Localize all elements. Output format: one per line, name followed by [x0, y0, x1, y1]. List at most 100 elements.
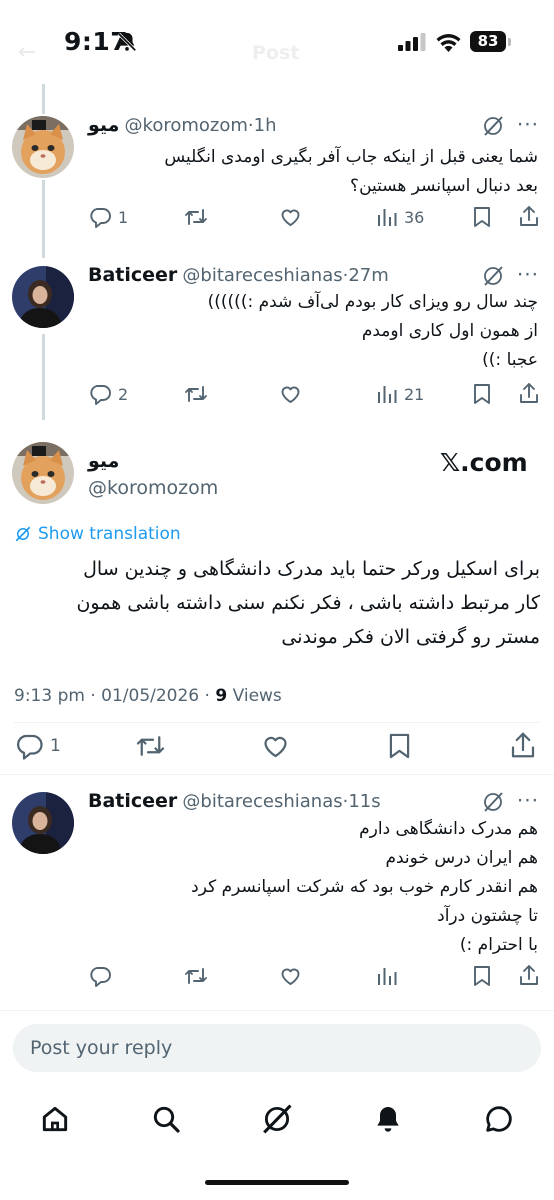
thread-line [42, 334, 45, 420]
post-text: هم مدرک دانشگاهی دارم هم ایران درس خوندم… [98, 815, 538, 960]
avatar[interactable] [12, 266, 74, 328]
post-header: میو @koromozom·1h [88, 114, 277, 136]
grok-icon [263, 1104, 292, 1134]
like-icon [281, 386, 300, 403]
reply-button[interactable]: 2 [88, 382, 128, 406]
x-watermark: 𝕏.com [440, 448, 528, 477]
reply-composer[interactable] [13, 1024, 541, 1072]
retweet-button[interactable] [183, 382, 209, 406]
like-icon [281, 209, 300, 226]
divider [0, 1010, 554, 1011]
retweet-button[interactable] [183, 205, 209, 229]
like-button[interactable] [278, 964, 303, 988]
home-indicator[interactable] [205, 1180, 349, 1185]
back-arrow-icon[interactable]: ← [18, 40, 36, 65]
text-line: کار مرتبط داشته باشی ، فکر نکنم سنی داشت… [76, 592, 540, 614]
bookmark-icon[interactable] [471, 964, 493, 988]
post-header: Baticeer @bitareceshianas·27m [88, 264, 389, 286]
bell-off-icon [117, 32, 137, 52]
reply-button[interactable]: 1 [88, 205, 128, 229]
author-handle[interactable]: @koromozom [88, 477, 218, 499]
author-handle[interactable]: @koromozom [125, 115, 248, 136]
nav-grok[interactable] [252, 1094, 302, 1144]
author-name[interactable]: Baticeer [88, 790, 177, 812]
avatar[interactable] [12, 116, 74, 178]
retweet-button[interactable] [183, 964, 209, 988]
retweet-icon [185, 968, 207, 984]
text-line: از همون اول کاری اومدم [361, 321, 538, 341]
reply-count: 1 [118, 207, 129, 227]
post-age[interactable]: 11s [348, 791, 380, 812]
nav-notifications[interactable] [363, 1094, 413, 1144]
show-translation-link[interactable]: Show translation [14, 524, 181, 544]
post-age[interactable]: 27m [348, 265, 388, 286]
cat-avatar-icon [12, 116, 74, 178]
nav-messages[interactable] [474, 1094, 524, 1144]
retweet-icon [185, 209, 207, 225]
author-name[interactable]: میو [88, 450, 119, 472]
post-timestamp[interactable]: 9:13 pm · 01/05/2026 · [14, 686, 215, 706]
grok-icon[interactable] [481, 114, 505, 138]
share-icon [511, 732, 535, 758]
search-icon [153, 1106, 180, 1133]
post-header: Baticeer @bitareceshianas·11s [88, 790, 381, 812]
reply-count: 1 [50, 736, 61, 756]
author-handle[interactable]: @bitareceshianas [182, 791, 342, 812]
bell-icon [377, 1107, 399, 1132]
retweet-button[interactable] [134, 731, 167, 761]
avatar[interactable] [12, 442, 74, 504]
reply-input[interactable] [13, 1024, 541, 1072]
nav-search[interactable] [141, 1094, 191, 1144]
text-line: هم انقدر کارم خوب بود که شرکت اسپانسرم ک… [191, 877, 538, 897]
share-icon[interactable] [517, 381, 541, 405]
bookmark-icon[interactable] [471, 382, 493, 406]
like-button[interactable] [260, 731, 291, 761]
messages-icon [486, 1106, 512, 1132]
text-line: برای اسکیل ورکر حتما باید مدرک دانشگاهی … [83, 558, 540, 580]
signal-icon [398, 33, 426, 51]
views-button[interactable] [376, 964, 398, 988]
reply-button[interactable] [88, 964, 112, 988]
text-line: بعد دنبال اسپانسر هستین؟ [350, 176, 538, 196]
share-icon[interactable] [517, 204, 541, 228]
views-button[interactable]: 21 [376, 382, 424, 406]
like-icon [264, 736, 287, 758]
views-label: Views [227, 686, 282, 706]
like-button[interactable] [278, 382, 303, 406]
divider [0, 774, 554, 775]
share-button[interactable] [508, 730, 538, 760]
author-handle[interactable]: @bitareceshianas [182, 265, 342, 286]
bookmark-icon [389, 733, 410, 759]
nav-home[interactable] [30, 1094, 80, 1144]
bookmark-button[interactable] [386, 731, 413, 761]
reply-icon [90, 385, 111, 405]
grok-icon[interactable] [481, 264, 505, 288]
cat-avatar-icon [12, 442, 74, 504]
show-translation-label: Show translation [38, 524, 181, 544]
avatar[interactable] [12, 792, 74, 854]
more-icon[interactable]: ⋅⋅⋅ [517, 112, 539, 136]
views-button[interactable]: 36 [376, 205, 424, 229]
author-name[interactable]: Baticeer [88, 264, 177, 286]
bottom-nav [0, 1094, 554, 1144]
battery-indicator: 83 [470, 31, 506, 52]
thread-line [42, 84, 45, 114]
post-age[interactable]: 1h [254, 115, 277, 136]
reply-icon [90, 208, 111, 228]
reply-button[interactable]: 1 [14, 731, 61, 761]
retweet-icon [185, 386, 207, 402]
text-line: مستر رو گرفتی الان فکر موندنی [281, 626, 540, 648]
share-icon[interactable] [517, 963, 541, 987]
more-icon[interactable]: ⋅⋅⋅ [517, 262, 539, 286]
like-icon [281, 968, 300, 985]
author-name[interactable]: میو [88, 114, 119, 136]
more-icon[interactable]: ⋅⋅⋅ [517, 788, 539, 812]
text-line: تا چشتون درآد [437, 906, 538, 926]
page-title: Post [252, 42, 300, 64]
text-line: شما یعنی قبل از اینکه جاب آفر بگیری اومد… [164, 147, 538, 167]
bookmark-icon[interactable] [471, 205, 493, 229]
post-text: برای اسکیل ورکر حتما باید مدرک دانشگاهی … [10, 552, 540, 654]
like-button[interactable] [278, 205, 303, 229]
grok-icon[interactable] [481, 790, 505, 814]
wifi-icon [436, 34, 461, 52]
